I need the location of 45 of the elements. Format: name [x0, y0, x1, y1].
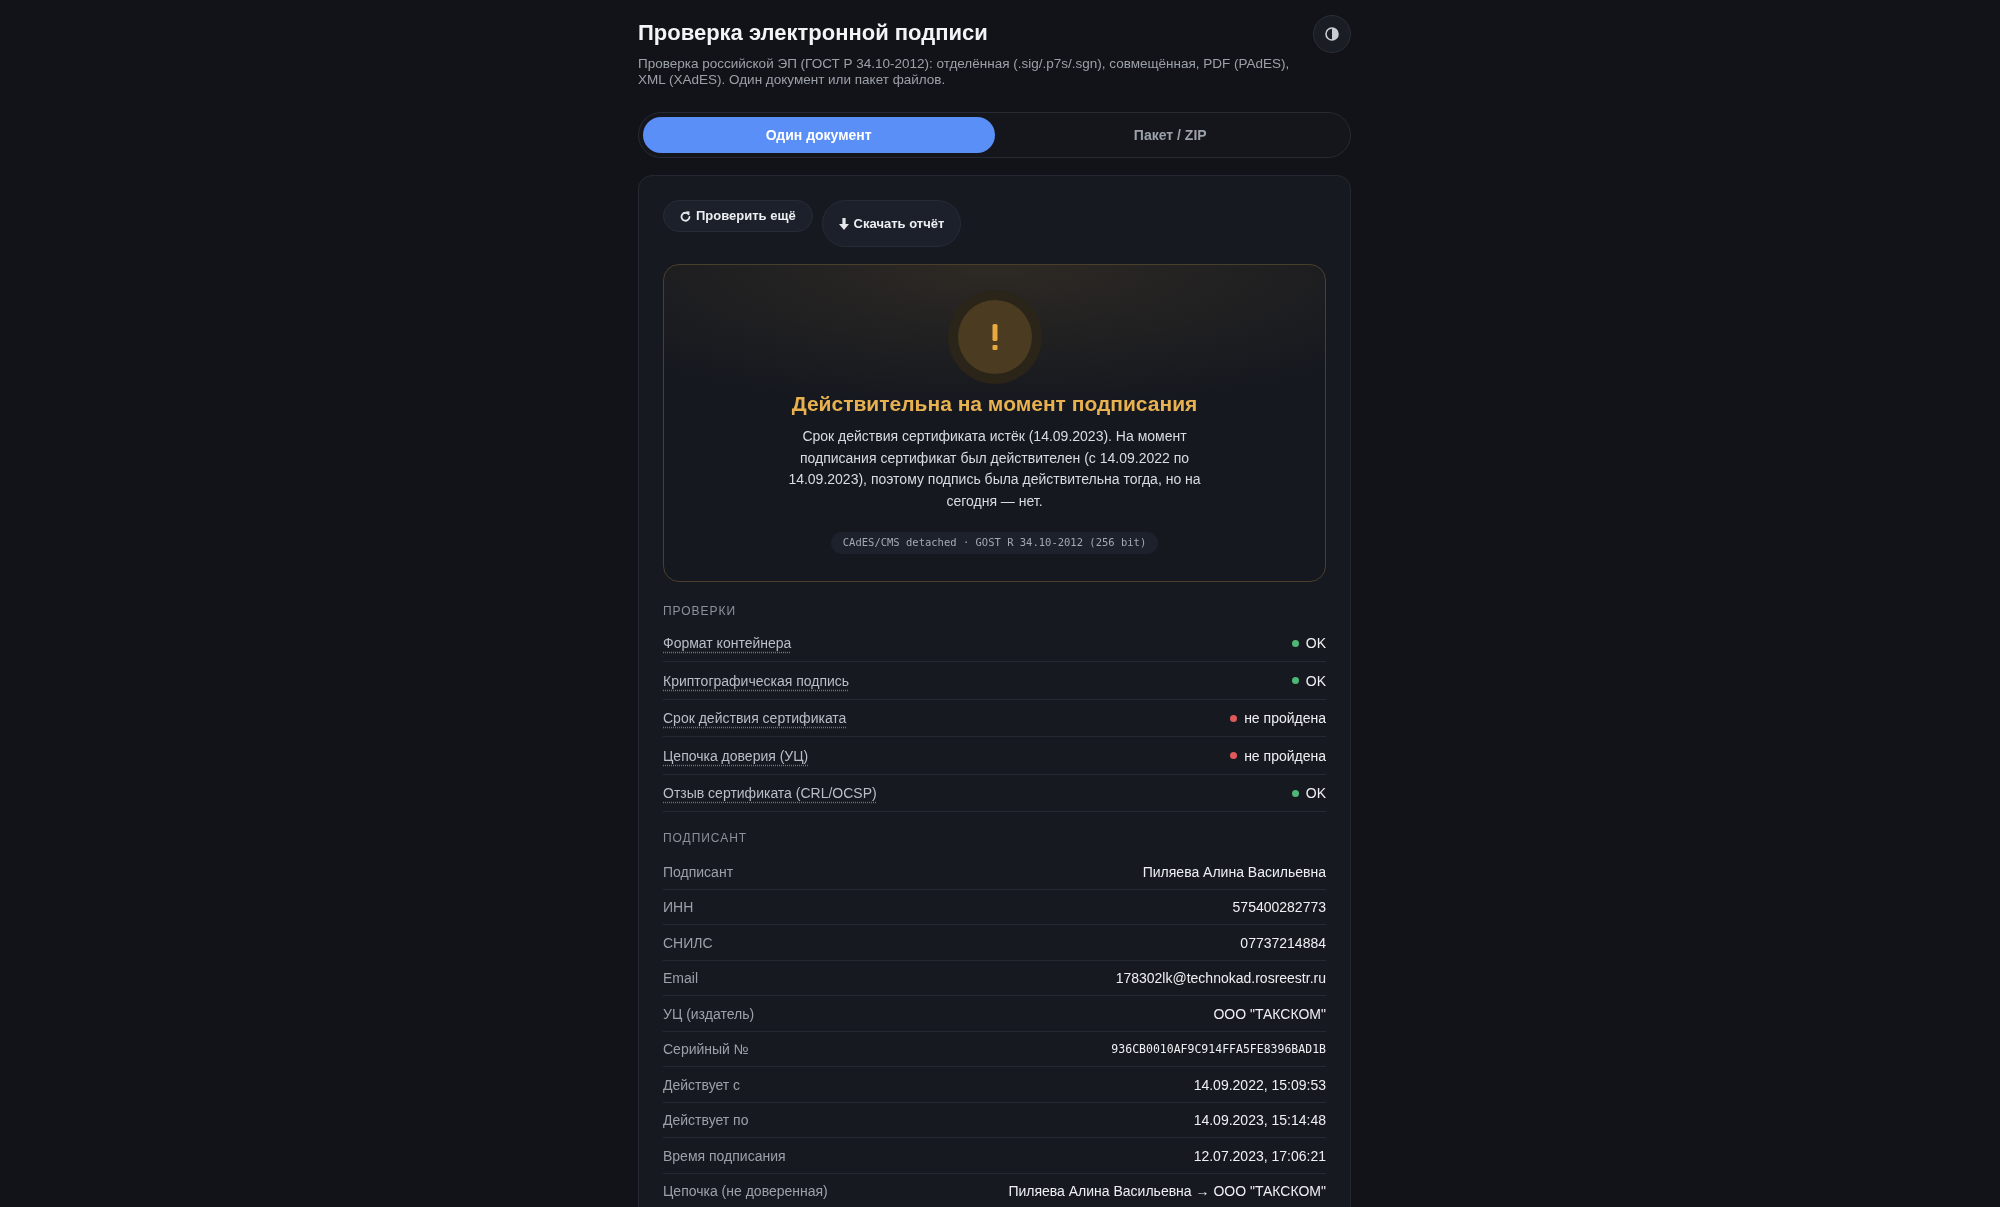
check-result: не пройдена [1244, 746, 1326, 765]
page-title: Проверка электронной подписи [638, 20, 989, 46]
field-label: Серийный № [663, 1040, 749, 1059]
field-label: Цепочка (не доверенная) [663, 1182, 828, 1201]
page-subtitle: Проверка российской ЭП (ГОСТ Р 34.10-2012): отделённая (.sig/.p7s/.sgn), совмещённая, PDF (PAdES), XML (XAdES). Один документ или пакет файлов. [638, 56, 1291, 88]
section-heading: ПОДПИСАНТ [663, 831, 749, 846]
field-value: 178302lk@technokad.rosreestr.ru [1115, 969, 1326, 988]
check-result: не пройдена [1244, 709, 1326, 728]
download-report-button[interactable]: Скачать отчёт [821, 200, 962, 247]
check-label: Отзыв сертификата (CRL/OCSP) [663, 784, 877, 803]
field-value: Пиляева Алина Васильевна [1142, 862, 1326, 881]
check-result: OK [1305, 671, 1326, 690]
theme-toggle-button[interactable] [1313, 15, 1351, 53]
status-title: Действительна на момент подписания [791, 391, 1198, 417]
field-label: ИНН [663, 898, 694, 917]
field-value: 575400282773 [1232, 898, 1326, 917]
section-heading: ПРОВЕРКИ [663, 603, 737, 618]
field-value: Пиляева Алина Васильевна → ООО "ТАКСКОМ" [1008, 1182, 1326, 1201]
field-value: 07737214884 [1240, 933, 1326, 952]
field-label: УЦ (издатель) [663, 1004, 755, 1023]
format-badge: CAdES/CMS detached · GOST R 34.10-2012 (256 bit) [830, 531, 1159, 554]
refresh-icon [680, 210, 691, 222]
field-value: 14.09.2022, 15:09:53 [1193, 1075, 1326, 1094]
download-icon [838, 217, 849, 230]
check-label: Цепочка доверия (УЦ) [663, 746, 809, 765]
tab[interactable]: Пакет / ZIP [994, 117, 1346, 153]
field-label: Действует по [663, 1111, 749, 1130]
check-result: OK [1305, 634, 1326, 653]
check-label: Криптографическая подпись [663, 671, 850, 690]
field-value: ООО "ТАКСКОМ" [1213, 1004, 1326, 1023]
check-label: Формат контейнера [663, 634, 792, 653]
check-again-button[interactable]: Проверить ещё [663, 200, 813, 232]
contrast-icon [1325, 27, 1339, 41]
field-value: 14.09.2023, 15:14:48 [1193, 1111, 1326, 1130]
field-label: Подписант [663, 862, 734, 881]
field-label: СНИЛС [663, 933, 713, 952]
check-label: Срок действия сертификата [663, 709, 847, 728]
field-value: 12.07.2023, 17:06:21 [1193, 1146, 1326, 1165]
warning-icon [947, 290, 1042, 384]
field-label: Действует с [663, 1075, 741, 1094]
field-value: 936CB0010AF9C914FFA5FE8396BAD1B [1111, 1041, 1326, 1058]
field-label: Email [663, 969, 698, 988]
check-result: OK [1305, 784, 1326, 803]
field-label: Время подписания [663, 1146, 786, 1165]
status-message: Срок действия сертификата истёк (14.09.2023). На момент подписания сертификат был действителен (с 14.09.2022 по 14.09.2023), поэтому подпись была действительна тогда, но на сегодня — нет. [787, 427, 1202, 512]
